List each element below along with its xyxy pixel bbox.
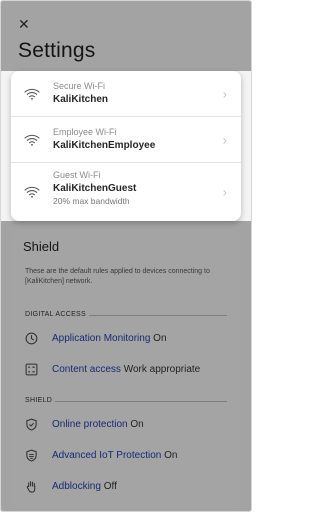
iot-shield-icon [26,449,37,462]
shield-description: These are the default rules applied to d… [25,268,210,285]
wifi-network-type: Secure Wi-Fi [53,81,106,91]
wifi-network-text: Guest Wi-Fi KaliKitchenGuest 20% max ban… [53,170,136,207]
item-text: Adblocking Off [52,481,117,492]
item-text: Advanced IoT Protection On [52,450,177,461]
item-state: On [130,419,144,430]
shield-title: Shield [23,239,60,254]
wifi-network-bandwidth: 20% max bandwidth [53,196,130,206]
wifi-network-item-guest[interactable]: Guest Wi-Fi KaliKitchenGuest 20% max ban… [11,163,241,221]
wifi-network-item-employee[interactable]: Employee Wi-Fi KaliKitchenEmployee › [11,117,241,163]
wifi-network-item-secure[interactable]: Secure Wi-Fi KaliKitchen › [11,71,241,117]
chevron-right-icon: › [222,184,227,200]
shield-item-online-protection[interactable]: Online protection On [25,417,235,435]
shield-check-icon [26,418,37,431]
item-text: Application Monitoring On [52,333,167,344]
close-icon[interactable]: ✕ [18,17,30,31]
page-title: Settings [18,39,96,62]
shield-item-adblocking[interactable]: Adblocking Off [25,479,235,497]
wifi-network-name: KaliKitchen [53,94,109,105]
chevron-right-icon: › [222,86,227,101]
wifi-network-name: KaliKitchenGuest [53,183,137,194]
item-state: On [164,450,178,461]
item-label[interactable]: Content access [52,364,121,375]
digital-access-item-content-access[interactable]: Content access Work appropriate [25,362,235,380]
digital-access-item-application-monitoring[interactable]: Application Monitoring On [25,331,235,349]
wifi-icon [24,88,40,100]
wifi-network-text: Secure Wi-Fi KaliKitchen [53,81,108,106]
content-filter-icon [25,363,38,376]
item-state: Off [103,481,117,492]
wifi-network-name: KaliKitchenEmployee [53,140,156,151]
settings-screen: ✕ Settings Shield These are the default … [0,0,252,512]
hand-stop-icon [26,481,36,493]
wifi-network-type: Employee Wi-Fi [53,127,117,137]
chevron-right-icon: › [222,132,227,147]
divider [55,401,227,402]
item-state: On [153,333,167,344]
wifi-network-type: Guest Wi-Fi [53,170,101,180]
divider [89,315,227,316]
item-label[interactable]: Application Monitoring [52,333,150,344]
item-text: Online protection On [52,419,144,430]
wifi-icon [24,134,40,146]
section-label-digital-access: DIGITAL ACCESS [25,311,86,318]
section-label-shield: SHIELD [25,397,53,404]
item-label[interactable]: Adblocking [52,481,101,492]
shield-item-advanced-iot-protection[interactable]: Advanced IoT Protection On [25,448,235,466]
wifi-network-list: Secure Wi-Fi KaliKitchen › Employee Wi-F… [11,71,241,221]
clock-icon [25,332,38,345]
item-label[interactable]: Online protection [52,419,128,430]
item-text: Content access Work appropriate [52,364,200,375]
wifi-icon [24,186,40,198]
wifi-network-text: Employee Wi-Fi KaliKitchenEmployee [53,127,155,152]
item-label[interactable]: Advanced IoT Protection [52,450,161,461]
item-state: Work appropriate [123,364,201,375]
shield-card: Shield These are the default rules appli… [11,229,241,509]
